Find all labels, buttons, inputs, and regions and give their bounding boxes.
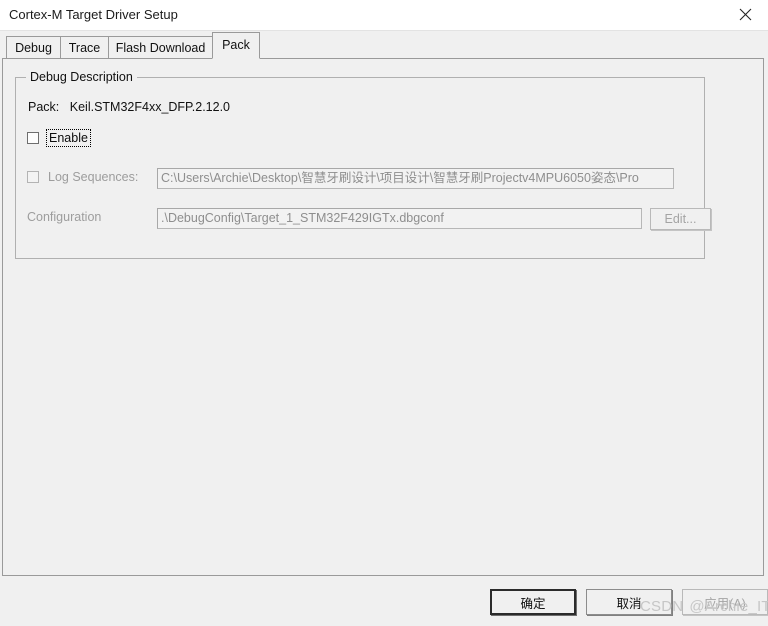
- pack-info-row: Pack: Keil.STM32F4xx_DFP.2.12.0: [28, 100, 230, 114]
- tab-trace[interactable]: Trace: [60, 36, 109, 58]
- tab-pack-label: Pack: [222, 37, 250, 52]
- tab-debug-label: Debug: [15, 40, 52, 55]
- pack-value: Keil.STM32F4xx_DFP.2.12.0: [69, 100, 231, 114]
- log-sequences-checkbox: [27, 171, 39, 183]
- configuration-row: Configuration: [27, 210, 131, 224]
- edit-button: Edit...: [650, 208, 711, 230]
- configuration-label: Configuration: [27, 210, 102, 224]
- close-icon: [739, 8, 752, 21]
- enable-checkbox[interactable]: [27, 132, 39, 144]
- cancel-button-label: 取消: [616, 596, 642, 611]
- tab-pack[interactable]: Pack: [212, 32, 260, 59]
- ok-button[interactable]: 确定: [490, 589, 576, 615]
- cancel-button[interactable]: 取消: [586, 589, 672, 615]
- edit-button-label: Edit...: [664, 212, 697, 226]
- log-sequences-path-input: C:\Users\Archie\Desktop\智慧牙刷设计\项目设计\智慧牙刷…: [157, 168, 674, 189]
- close-button[interactable]: [722, 0, 768, 29]
- tab-trace-label: Trace: [68, 40, 101, 55]
- log-sequences-label: Log Sequences:: [48, 170, 139, 184]
- ok-button-label: 确定: [520, 596, 546, 611]
- debug-description-title: Debug Description: [26, 70, 137, 84]
- tab-flash-download-label: Flash Download: [115, 40, 206, 55]
- debug-description-group: Debug Description Pack: Keil.STM32F4xx_D…: [15, 70, 711, 259]
- apply-button-label: 应用(A): [704, 596, 746, 611]
- tab-flash-download[interactable]: Flash Download: [108, 36, 213, 58]
- pack-label: Pack:: [28, 100, 60, 114]
- tab-debug[interactable]: Debug: [6, 36, 61, 58]
- title-bar: Cortex-M Target Driver Setup: [0, 0, 768, 31]
- dialog-footer: 确定 取消 应用(A): [0, 577, 768, 626]
- enable-checkbox-row[interactable]: Enable: [27, 129, 91, 147]
- enable-label: Enable: [46, 129, 91, 147]
- window-title: Cortex-M Target Driver Setup: [9, 7, 178, 22]
- log-sequences-checkbox-row: Log Sequences:: [27, 170, 138, 184]
- configuration-path-input: .\DebugConfig\Target_1_STM32F429IGTx.dbg…: [157, 208, 642, 229]
- apply-button: 应用(A): [682, 589, 768, 615]
- tab-strip: Debug Trace Flash Download Pack: [0, 31, 768, 59]
- tab-page-pack: Debug Description Pack: Keil.STM32F4xx_D…: [2, 58, 764, 576]
